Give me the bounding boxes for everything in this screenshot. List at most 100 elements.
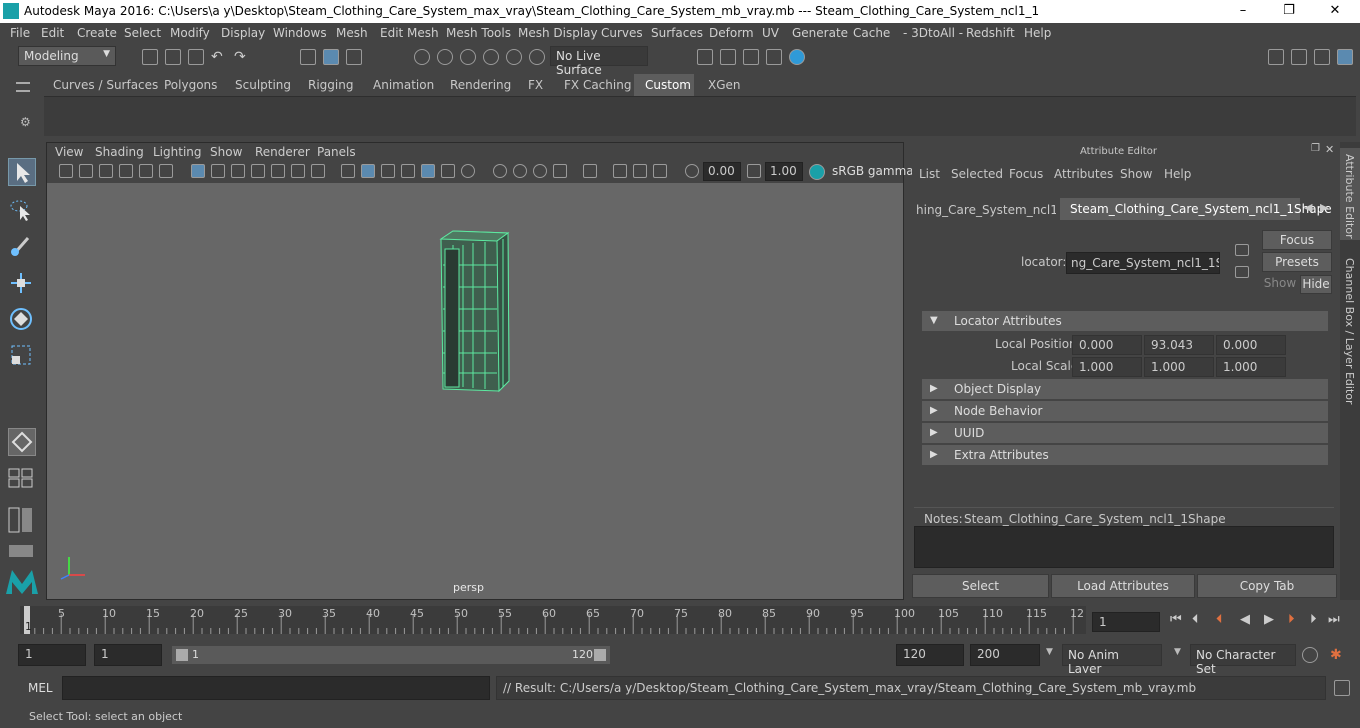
go-to-start-icon[interactable]: ⏮ <box>1170 612 1182 627</box>
menu-edit[interactable]: Edit <box>41 26 64 40</box>
xray-joints-icon[interactable] <box>633 164 647 178</box>
shadows-icon[interactable] <box>461 164 475 178</box>
range-slider[interactable]: 1 120 <box>172 646 610 664</box>
local-scale-z[interactable]: 1.000 <box>1216 357 1286 377</box>
hide-button[interactable]: Hide <box>1300 275 1332 294</box>
step-forward-key-icon[interactable]: ⏵ <box>1288 612 1295 627</box>
ae-tab-transform[interactable]: hing_Care_System_ncl1_1 <box>916 200 1056 220</box>
ae-menu-focus[interactable]: Focus <box>1009 167 1043 181</box>
anti-aliasing-icon[interactable] <box>533 164 547 178</box>
go-to-output-icon[interactable] <box>1235 266 1249 278</box>
tab-polygons[interactable]: Polygons <box>164 78 217 92</box>
command-input[interactable] <box>62 676 490 700</box>
scale-tool-icon[interactable] <box>8 342 36 370</box>
chevron-down-icon[interactable]: ▼ <box>1174 647 1181 657</box>
modeling-toolkit-icon[interactable] <box>1268 49 1284 65</box>
float-panel-icon[interactable]: ❐ <box>1311 143 1320 154</box>
new-scene-icon[interactable] <box>142 49 158 65</box>
render-current-icon[interactable] <box>720 49 736 65</box>
default-material-icon[interactable] <box>381 164 395 178</box>
section-extra-attributes[interactable]: ▶ Extra Attributes <box>922 445 1328 465</box>
tab-fx-caching[interactable]: FX Caching <box>564 78 631 92</box>
exposure-field[interactable]: 0.00 <box>703 162 741 181</box>
ipr-render-icon[interactable] <box>743 49 759 65</box>
gear-icon[interactable]: ⚙ <box>20 115 31 129</box>
section-uuid[interactable]: ▶ UUID <box>922 423 1328 443</box>
vp-menu-shading[interactable]: Shading <box>95 145 144 159</box>
tab-animation[interactable]: Animation <box>373 78 434 92</box>
presets-button[interactable]: Presets <box>1262 252 1332 272</box>
snap-view-icon[interactable] <box>483 49 499 65</box>
layout-timeline-icon[interactable] <box>8 544 36 558</box>
menu-edit-mesh[interactable]: Edit Mesh <box>380 26 439 40</box>
smooth-shade-icon[interactable] <box>361 164 375 178</box>
anim-layer-dropdown[interactable]: No Anim Layer <box>1062 644 1162 676</box>
render-settings-icon[interactable] <box>697 49 713 65</box>
menu-deform[interactable]: Deform <box>709 26 754 40</box>
layout-four-icon[interactable] <box>8 468 36 488</box>
playback-end-field[interactable]: 120 <box>896 644 964 666</box>
menu-uv[interactable]: UV <box>762 26 779 40</box>
color-management-icon[interactable] <box>809 164 825 180</box>
ae-menu-list[interactable]: List <box>919 167 940 181</box>
image-plane-icon[interactable] <box>119 164 133 178</box>
resolution-gate-icon[interactable] <box>231 164 245 178</box>
ae-menu-attributes[interactable]: Attributes <box>1054 167 1113 181</box>
rotate-tool-icon[interactable] <box>8 306 36 334</box>
minimize-button[interactable]: – <box>1220 0 1266 23</box>
local-position-z[interactable]: 0.000 <box>1216 335 1286 355</box>
go-to-end-icon[interactable]: ⏭ <box>1328 612 1340 627</box>
vp-menu-lighting[interactable]: Lighting <box>153 145 202 159</box>
select-object-icon[interactable] <box>323 49 339 65</box>
scene-end-field[interactable]: 200 <box>970 644 1040 666</box>
depth-of-field-icon[interactable] <box>553 164 567 178</box>
safe-action-icon[interactable] <box>291 164 305 178</box>
layout-outliner-icon[interactable] <box>8 506 36 534</box>
safe-title-icon[interactable] <box>311 164 325 178</box>
layout-single-icon[interactable] <box>8 428 36 456</box>
motion-blur-icon[interactable] <box>513 164 527 178</box>
section-object-display[interactable]: ▶ Object Display <box>922 379 1328 399</box>
tab-prev-icon[interactable]: ◀ <box>1304 201 1312 214</box>
menu-curves[interactable]: Curves <box>601 26 643 40</box>
close-button[interactable]: ✕ <box>1312 0 1358 23</box>
local-position-y[interactable]: 93.043 <box>1144 335 1214 355</box>
select-button[interactable]: Select <box>912 574 1049 598</box>
play-backward-icon[interactable]: ◀ <box>1240 612 1250 627</box>
grease-pencil-icon[interactable] <box>139 164 153 178</box>
vp-menu-show[interactable]: Show <box>210 145 242 159</box>
ae-menu-show[interactable]: Show <box>1120 167 1152 181</box>
copy-tab-button[interactable]: Copy Tab <box>1197 574 1337 598</box>
go-to-input-icon[interactable] <box>1235 244 1249 256</box>
script-mode-label[interactable]: MEL <box>28 681 53 695</box>
local-scale-x[interactable]: 1.000 <box>1072 357 1142 377</box>
notes-textarea[interactable] <box>914 526 1334 568</box>
ae-menu-help[interactable]: Help <box>1164 167 1191 181</box>
tab-rendering[interactable]: Rendering <box>450 78 511 92</box>
vp-menu-view[interactable]: View <box>55 145 83 159</box>
two-d-pan-icon[interactable] <box>159 164 173 178</box>
maya-home-icon[interactable] <box>4 566 40 594</box>
anim-prefs-icon[interactable]: ✱ <box>1330 647 1346 663</box>
menu-surfaces[interactable]: Surfaces <box>651 26 703 40</box>
snap-point-icon[interactable] <box>460 49 476 65</box>
ae-tab-shape[interactable]: Steam_Clothing_Care_System_ncl1_1Shape <box>1060 198 1332 220</box>
grid-toggle-icon[interactable] <box>191 164 205 178</box>
step-back-icon[interactable]: ⏴ <box>1192 612 1199 627</box>
menu-mesh-tools[interactable]: Mesh Tools <box>446 26 511 40</box>
snap-live-icon[interactable] <box>529 49 545 65</box>
tab-xgen[interactable]: XGen <box>708 78 741 92</box>
locator-name-field[interactable]: ng_Care_System_ncl1_1Shape <box>1066 252 1220 274</box>
script-editor-icon[interactable] <box>1334 680 1350 696</box>
hypershade-icon[interactable] <box>789 49 805 65</box>
show-button[interactable]: Show <box>1262 275 1298 294</box>
select-component-icon[interactable] <box>346 49 362 65</box>
gate-mask-icon[interactable] <box>251 164 265 178</box>
select-hierarchy-icon[interactable] <box>300 49 316 65</box>
use-lights-icon[interactable] <box>441 164 455 178</box>
move-tool-icon[interactable] <box>8 270 36 298</box>
bookmark-icon[interactable] <box>99 164 113 178</box>
menu-cache[interactable]: Cache <box>853 26 890 40</box>
screen-space-ao-icon[interactable] <box>493 164 507 178</box>
side-tab-attribute-editor[interactable]: Attribute Editor <box>1340 148 1360 240</box>
